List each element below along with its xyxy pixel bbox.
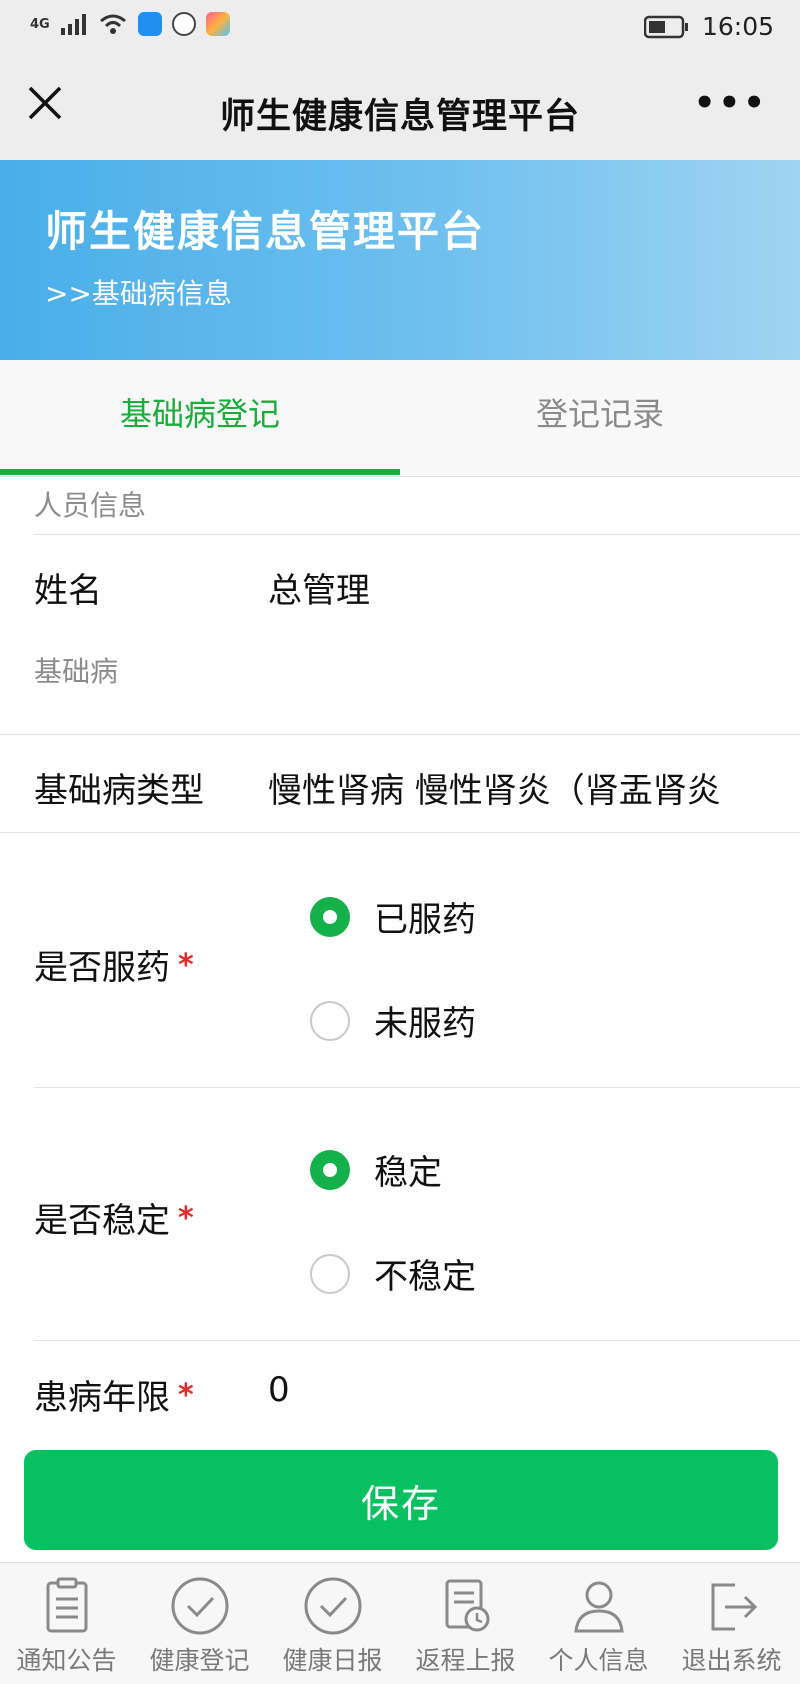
colorful-app-icon xyxy=(205,12,230,36)
bottom-nav-notice[interactable]: 通知公告 xyxy=(0,1563,133,1684)
more-menu-icon[interactable]: ••• xyxy=(694,86,768,120)
bottom-nav-label: 通知公告 xyxy=(16,1646,117,1675)
medication-label-text: 是否服药 xyxy=(34,948,170,988)
required-mark: * xyxy=(178,1378,194,1413)
save-button[interactable]: 保存 xyxy=(24,1450,778,1550)
bottom-nav-logout[interactable]: 退出系统 xyxy=(665,1563,798,1684)
banner-subtitle: >>基础病信息 xyxy=(45,277,232,310)
check-circle-icon xyxy=(304,1577,362,1635)
radio-label: 不稳定 xyxy=(374,1257,476,1297)
radio-checked-icon[interactable] xyxy=(310,1149,350,1190)
active-tab-indicator xyxy=(0,469,400,475)
required-mark: * xyxy=(178,1201,194,1236)
save-bar: 保存 xyxy=(0,1440,800,1558)
radio-checked-icon[interactable] xyxy=(310,896,350,937)
clipboard-icon xyxy=(46,1577,88,1633)
weather-app-icon xyxy=(137,12,162,36)
signal-icon xyxy=(60,14,86,35)
clock: 16:05 xyxy=(701,12,774,41)
radio-stable[interactable]: 稳定 xyxy=(310,1145,442,1194)
bottom-nav-label: 退出系统 xyxy=(681,1646,782,1675)
status-bar: 4G 16:05 xyxy=(0,0,800,56)
stable-label: 是否稳定 * xyxy=(34,1193,194,1242)
disease-type-label: 基础病类型 xyxy=(34,771,204,811)
report-clock-icon xyxy=(445,1579,490,1632)
network-type: 4G xyxy=(30,16,50,32)
banner: 师生健康信息管理平台 >>基础病信息 xyxy=(0,160,800,360)
bottom-nav-profile[interactable]: 个人信息 xyxy=(532,1563,665,1684)
bottom-nav-return-report[interactable]: 返程上报 xyxy=(399,1563,532,1684)
battery-icon xyxy=(643,15,688,38)
divider xyxy=(0,832,800,833)
bottom-nav-label: 健康登记 xyxy=(149,1646,250,1675)
banner-title: 师生健康信息管理平台 xyxy=(45,207,486,256)
radio-medication-not-taken[interactable]: 未服药 xyxy=(310,996,476,1045)
wifi-icon xyxy=(99,14,126,34)
divider xyxy=(34,534,800,535)
name-label: 姓名 xyxy=(34,571,102,611)
radio-unchecked-icon[interactable] xyxy=(310,1253,350,1294)
tab-register[interactable]: 基础病登记 xyxy=(0,360,400,476)
disease-type-select[interactable]: 慢性肾病 慢性肾炎（肾盂肾炎 xyxy=(268,763,788,812)
medication-label: 是否服药 * xyxy=(34,940,194,989)
section-disease: 基础病 xyxy=(34,655,119,688)
divider xyxy=(0,734,800,735)
years-input[interactable]: 0 xyxy=(268,1370,290,1410)
divider xyxy=(34,1087,800,1088)
required-mark: * xyxy=(178,948,194,983)
name-value: 总管理 xyxy=(268,571,370,611)
logout-icon xyxy=(711,1583,758,1631)
stable-label-text: 是否稳定 xyxy=(34,1201,170,1241)
tab-records[interactable]: 登记记录 xyxy=(400,360,800,476)
bottom-nav: 通知公告 健康登记 健康日报 返程上报 个人信息 退出系统 xyxy=(0,1562,800,1684)
bottom-nav-label: 返程上报 xyxy=(415,1646,516,1675)
bottom-nav-label: 健康日报 xyxy=(282,1646,383,1675)
tab-bar: 基础病登记 登记记录 xyxy=(0,360,800,477)
nav-title: 师生健康信息管理平台 xyxy=(219,97,580,137)
bottom-nav-daily-report[interactable]: 健康日报 xyxy=(266,1563,399,1684)
radio-unchecked-icon[interactable] xyxy=(310,1000,350,1041)
check-circle-icon xyxy=(171,1577,229,1635)
radio-unstable[interactable]: 不稳定 xyxy=(310,1249,476,1298)
radio-label: 已服药 xyxy=(374,900,476,940)
bottom-nav-label: 个人信息 xyxy=(548,1646,649,1675)
hand-app-icon xyxy=(171,12,196,36)
nav-bar: 师生健康信息管理平台 ••• xyxy=(0,56,800,160)
years-label-text: 患病年限 xyxy=(34,1378,170,1418)
radio-label: 稳定 xyxy=(374,1153,442,1193)
person-icon xyxy=(574,1581,624,1633)
years-label: 患病年限 * xyxy=(34,1370,194,1419)
radio-medication-taken[interactable]: 已服药 xyxy=(310,892,476,941)
section-person-info: 人员信息 xyxy=(34,489,147,522)
radio-label: 未服药 xyxy=(374,1004,476,1044)
bottom-nav-health-register[interactable]: 健康登记 xyxy=(133,1563,266,1684)
divider xyxy=(34,1340,800,1341)
